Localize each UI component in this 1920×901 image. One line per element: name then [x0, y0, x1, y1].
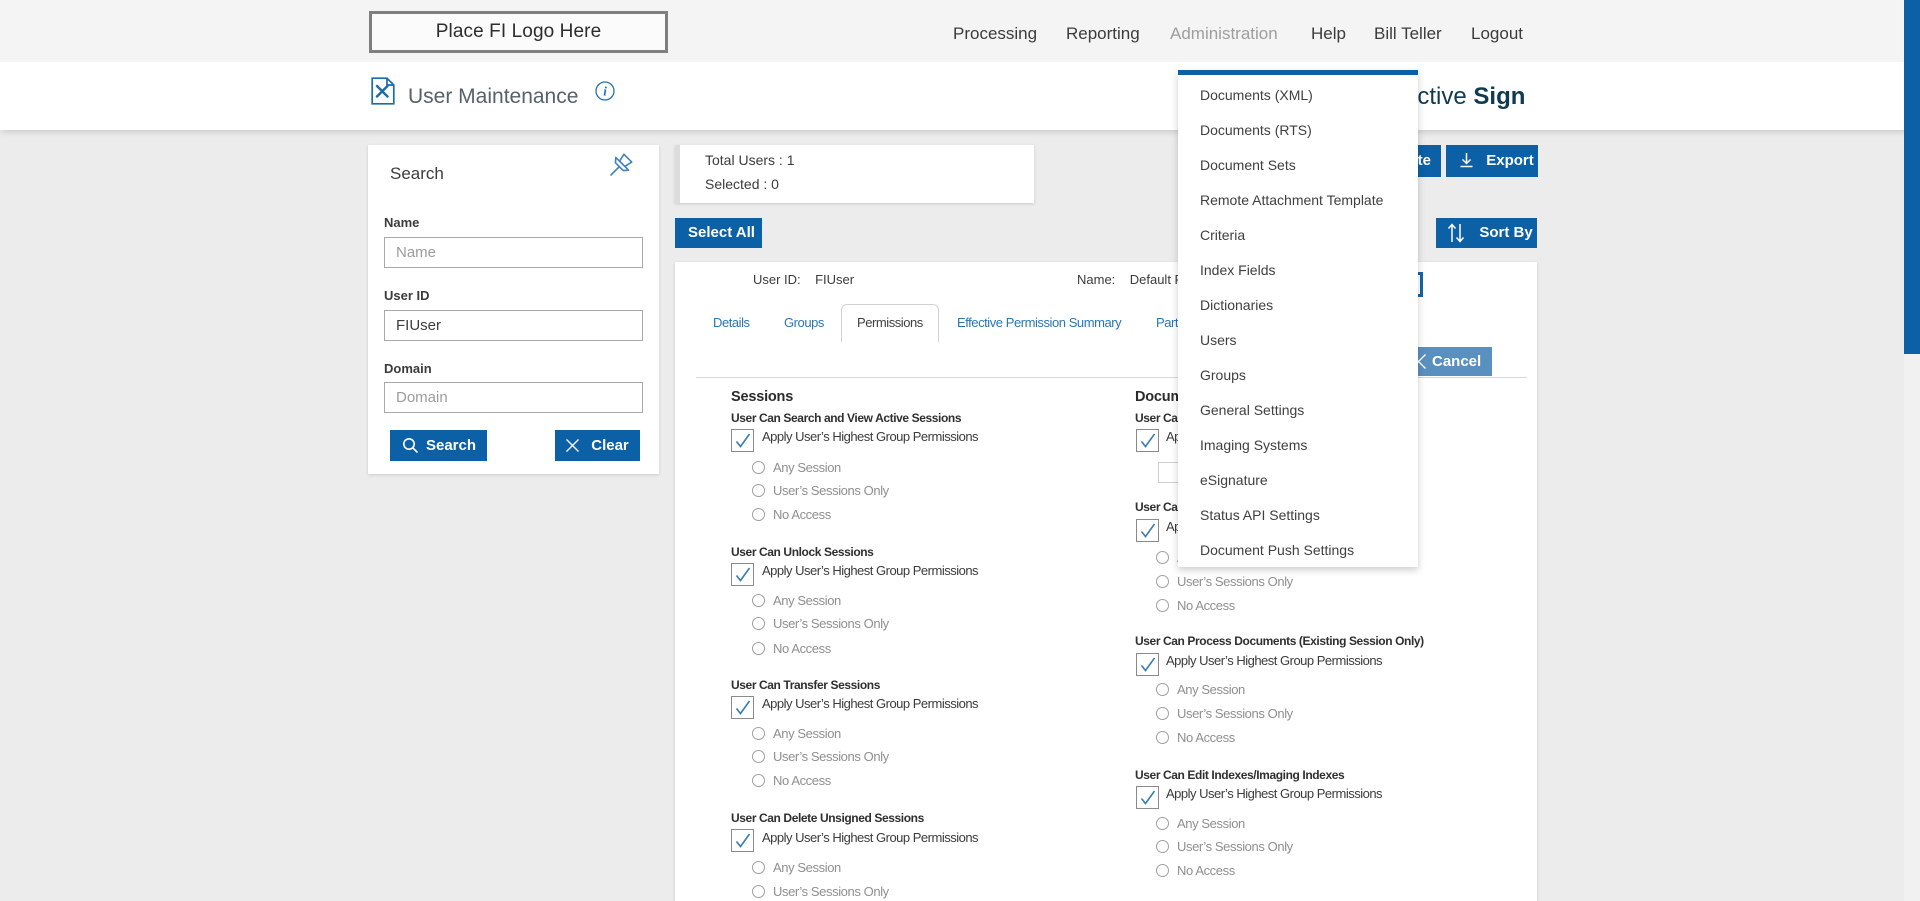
svg-text:i: i [603, 84, 607, 99]
